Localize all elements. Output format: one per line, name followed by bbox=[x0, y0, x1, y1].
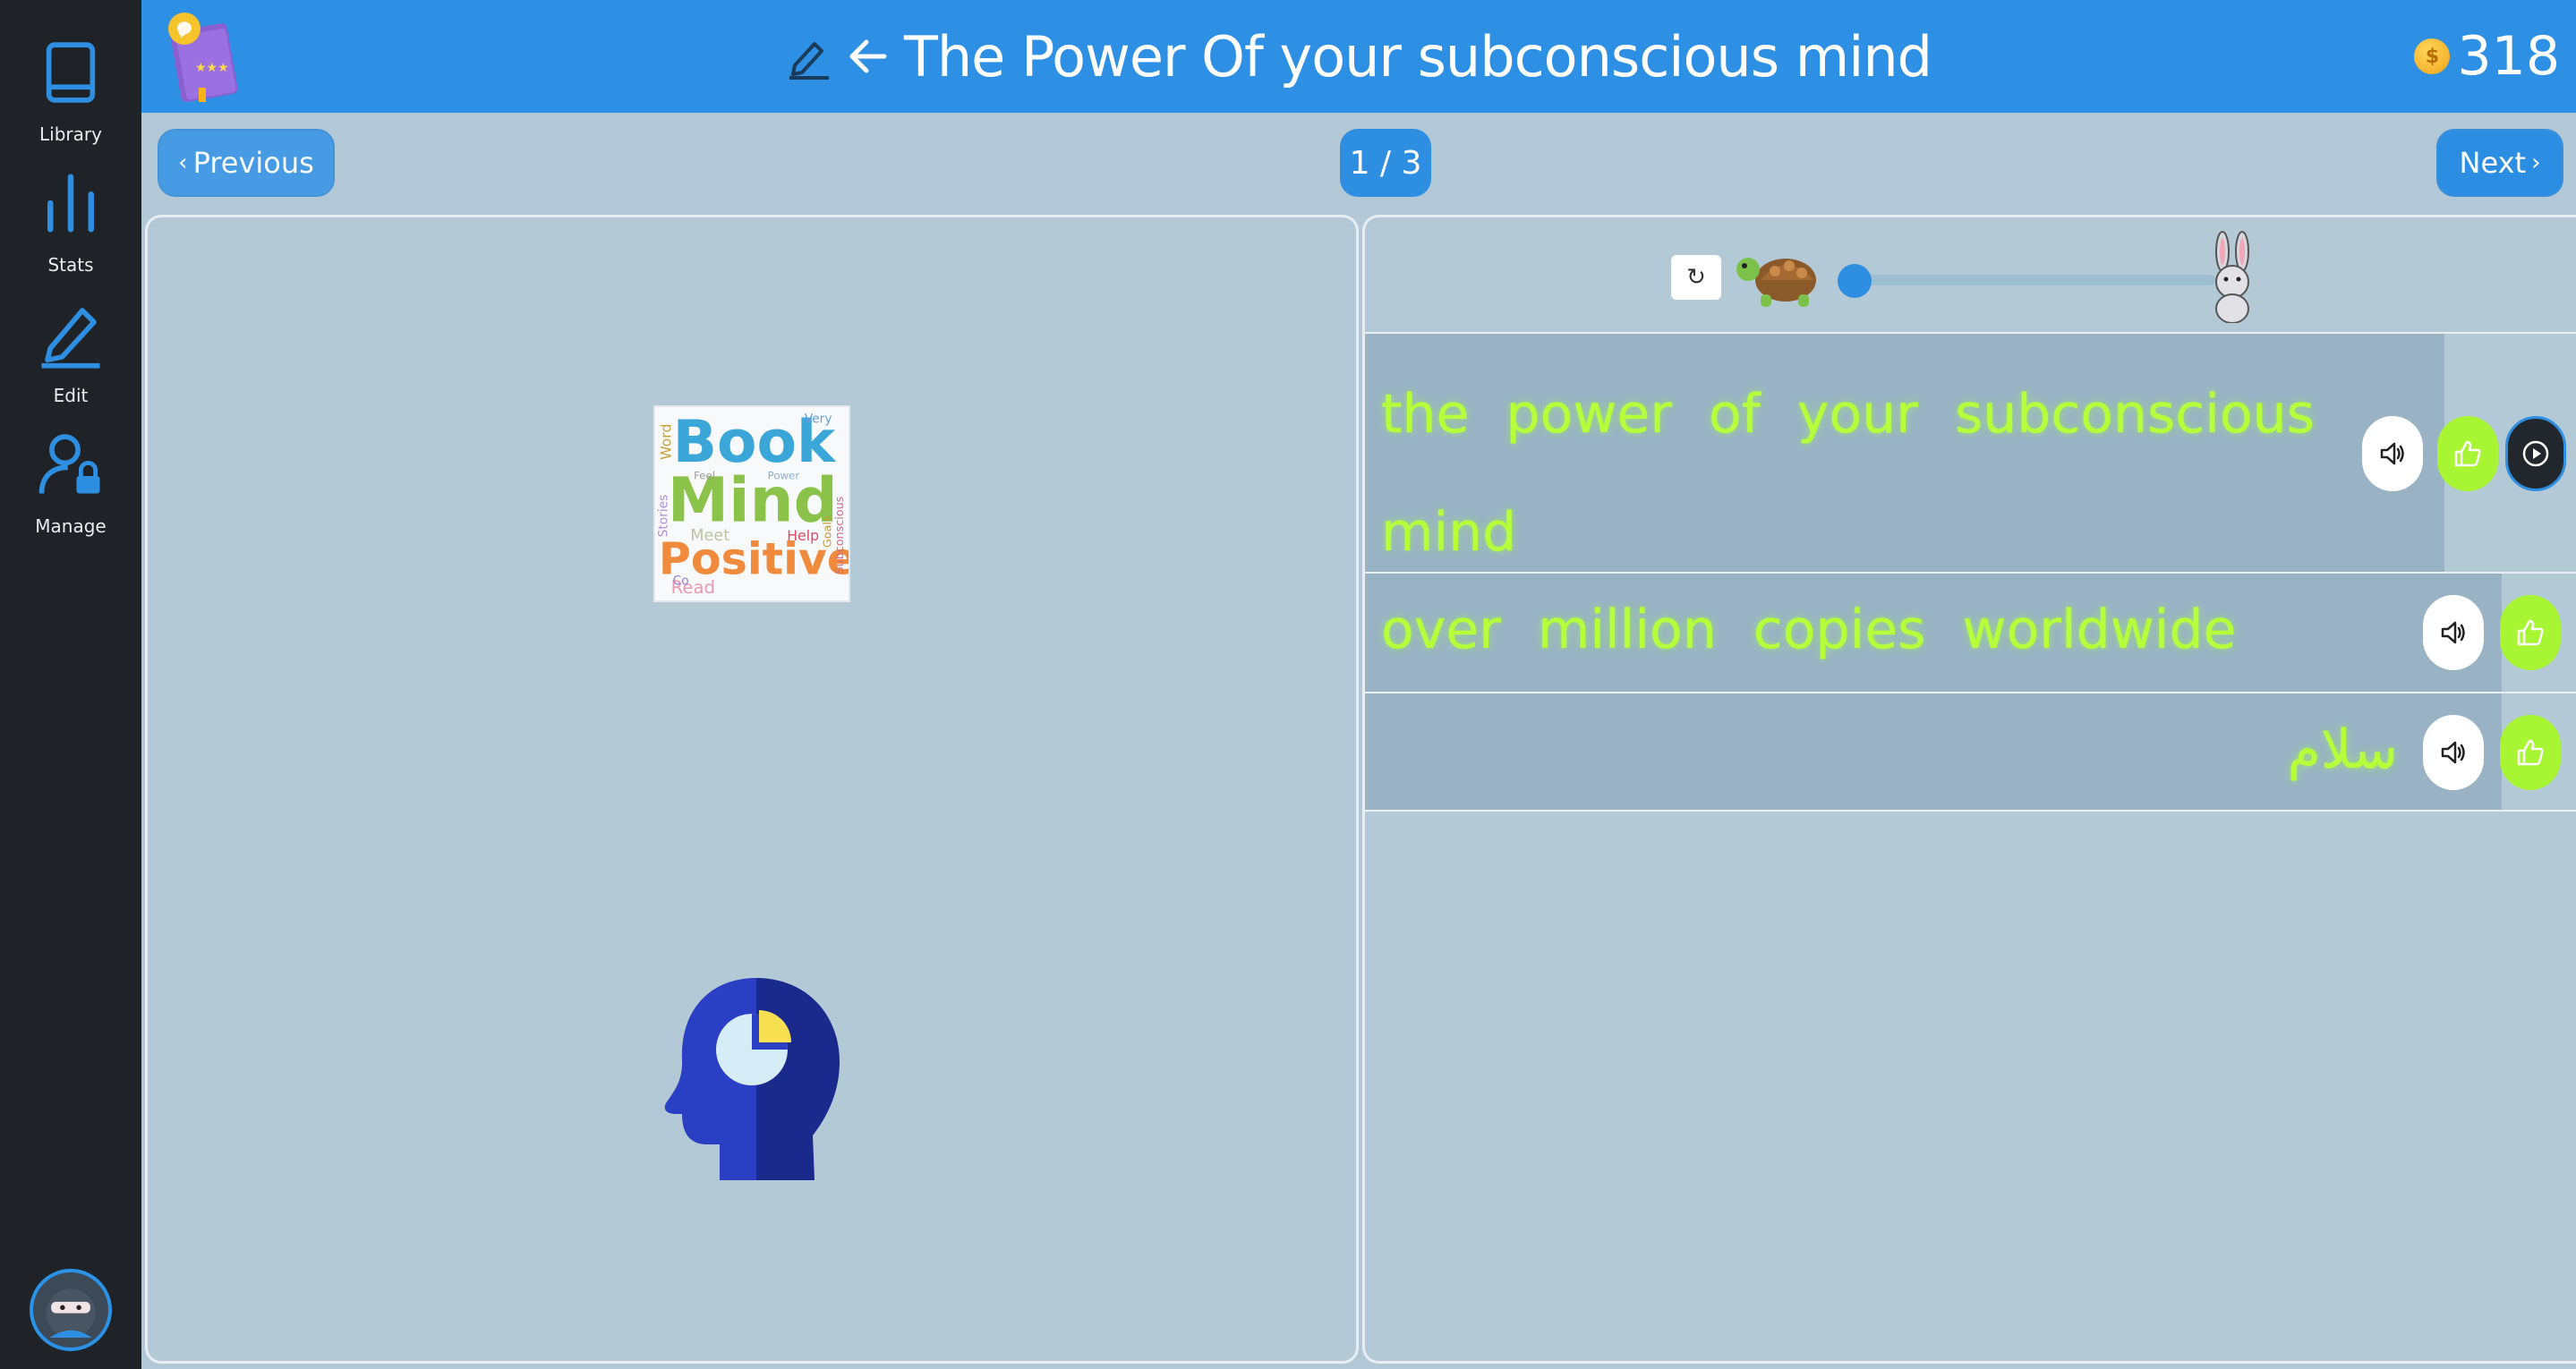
edit-title-icon[interactable] bbox=[786, 33, 832, 80]
like-button[interactable] bbox=[2500, 595, 2561, 670]
sidebar-item-label: Manage bbox=[35, 515, 107, 537]
title-bar: The Power Of your subconscious mind bbox=[141, 0, 2576, 113]
chevron-left-icon: ‹ bbox=[178, 149, 188, 176]
next-label: Next bbox=[2459, 146, 2527, 180]
play-button[interactable] bbox=[2505, 416, 2566, 491]
thumbs-up-icon bbox=[2517, 619, 2544, 646]
illustration-panel: Book Mind Positive Word Stories Very Goa… bbox=[145, 215, 1359, 1364]
pencil-icon bbox=[41, 308, 100, 369]
wordcloud-word-stories: Stories bbox=[657, 495, 671, 538]
previous-label: Previous bbox=[192, 146, 314, 180]
speak-button[interactable] bbox=[2423, 715, 2484, 790]
like-button[interactable] bbox=[2437, 416, 2498, 491]
brain-head-illustration[interactable] bbox=[662, 969, 850, 1184]
wordcloud-word-goals: Goals bbox=[821, 515, 834, 548]
bar-chart-icon bbox=[47, 174, 94, 233]
sentence-text[interactable]: سلام bbox=[2288, 719, 2398, 781]
rabbit-icon[interactable] bbox=[2197, 230, 2269, 323]
previous-button[interactable]: ‹ Previous bbox=[158, 129, 335, 197]
chevron-right-icon: › bbox=[2531, 149, 2541, 176]
coin-count: 318 bbox=[2457, 25, 2560, 88]
sidebar-item-label: Edit bbox=[53, 385, 89, 406]
speak-button[interactable] bbox=[2362, 416, 2423, 491]
page-title: The Power Of your subconscious mind bbox=[903, 23, 1932, 89]
speed-slider-track[interactable] bbox=[1848, 275, 2215, 285]
speaker-icon bbox=[2380, 442, 2404, 465]
wordcloud-word-subconscious: Subconscious bbox=[833, 496, 847, 574]
header: ★★★ The Power Of your subconscious mind … bbox=[141, 0, 2576, 113]
page-counter: 1 / 3 bbox=[1340, 129, 1431, 197]
wordcloud-word-meet: Meet bbox=[690, 527, 729, 545]
wordcloud-word-power: Power bbox=[768, 470, 800, 482]
ninja-avatar-icon bbox=[46, 1288, 96, 1339]
back-arrow-icon[interactable] bbox=[845, 33, 891, 80]
next-button[interactable]: Next › bbox=[2436, 129, 2563, 197]
sidebar-item-stats[interactable]: Stats bbox=[0, 161, 141, 277]
sentence-row: the power of your subconscious mind bbox=[1365, 332, 2576, 572]
wordcloud-graphic: Book Mind Positive Word Stories Very Goa… bbox=[657, 409, 849, 598]
sidebar-item-manage[interactable]: Manage bbox=[0, 422, 141, 539]
speaker-icon bbox=[2441, 741, 2465, 764]
sentence-row: over million copies worldwide bbox=[1365, 572, 2576, 692]
sentence-text[interactable]: the power of your subconscious mind bbox=[1381, 355, 2330, 591]
sidebar-item-edit[interactable]: Edit bbox=[0, 292, 141, 408]
sentence-text[interactable]: over million copies worldwide bbox=[1381, 599, 2236, 661]
coin-icon: $ bbox=[2414, 38, 2451, 74]
like-button[interactable] bbox=[2500, 715, 2561, 790]
thumbs-up-icon bbox=[2454, 440, 2481, 467]
wordcloud-word-word: Word bbox=[658, 424, 675, 460]
reading-panel: ↻ the power of your subconscious mind ov… bbox=[1362, 215, 2576, 1364]
sidebar-item-label: Library bbox=[39, 123, 102, 145]
thumbs-up-icon bbox=[2517, 739, 2544, 766]
wordcloud-image[interactable]: Book Mind Positive Word Stories Very Goa… bbox=[653, 405, 850, 602]
sidebar-item-label: Stats bbox=[47, 254, 94, 276]
wordcloud-word-co: Co bbox=[673, 574, 689, 588]
wordcloud-word-very: Very bbox=[805, 412, 832, 427]
reset-icon: ↻ bbox=[1686, 264, 1706, 291]
user-lock-icon bbox=[38, 434, 100, 494]
coin-balance: $ 318 bbox=[2414, 0, 2560, 113]
speak-button[interactable] bbox=[2423, 595, 2484, 670]
play-circle-icon bbox=[2522, 440, 2549, 467]
turtle-icon[interactable] bbox=[1734, 241, 1823, 310]
speaker-icon bbox=[2441, 621, 2465, 644]
avatar[interactable] bbox=[30, 1269, 112, 1351]
sidebar: Library Stats Edit Manage bbox=[0, 0, 141, 1369]
wordcloud-word-help: Help bbox=[787, 527, 819, 544]
wordcloud-word-feel: Feel bbox=[694, 470, 715, 482]
speed-slider-thumb[interactable] bbox=[1838, 264, 1872, 298]
sentence-row: سلام bbox=[1365, 692, 2576, 812]
sidebar-item-library[interactable]: Library bbox=[0, 30, 141, 147]
reset-speed-button[interactable]: ↻ bbox=[1671, 255, 1721, 300]
book-icon bbox=[46, 42, 96, 103]
